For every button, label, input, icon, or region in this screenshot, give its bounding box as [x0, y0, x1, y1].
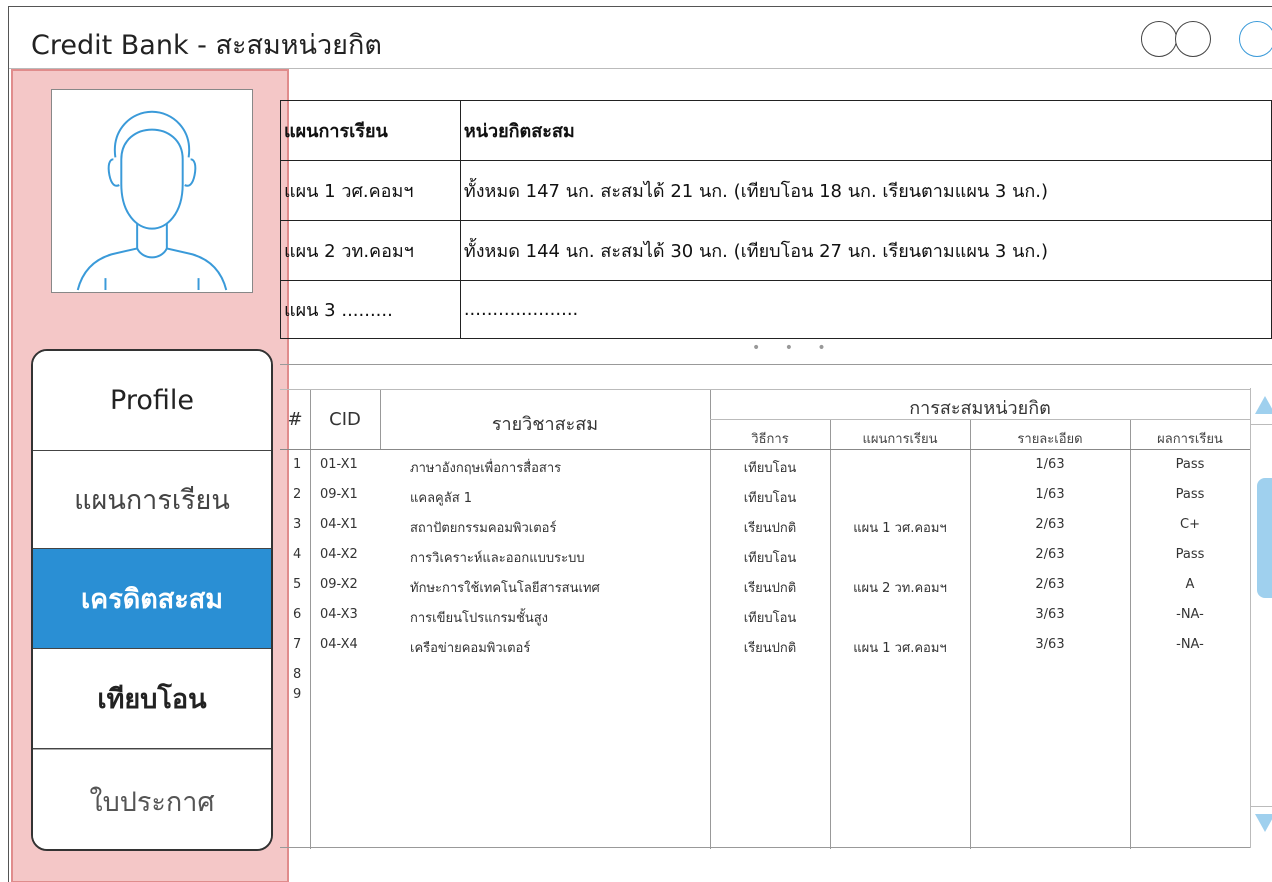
summary-credit-cell: .................... [459, 280, 1272, 339]
summary-plan-cell: แผน 2 วท.คอมฯ [280, 220, 461, 281]
row-detail: 1/63 [1035, 487, 1065, 502]
summary-row[interactable]: แผน 2 วท.คอมฯ ทั้งหมด 144 นก. สะสมได้ 30… [280, 220, 1272, 281]
scroll-up-icon[interactable] [1255, 396, 1272, 414]
scroll-divider [1251, 806, 1272, 807]
nav-item-transfer[interactable]: เทียบโอน [33, 649, 271, 749]
row-detail: 2/63 [1035, 517, 1065, 532]
table-row[interactable]: 2 09-X1 แคลคูลัส 1 เทียบโอน 1/63 Pass [280, 479, 1250, 509]
row-number: 5 [293, 577, 302, 592]
row-method: เรียนปกติ [743, 641, 797, 656]
summary-plan-cell: แผน 1 วศ.คอมฯ [280, 160, 461, 221]
row-subject: การเขียนโปรแกรมชั้นสูง [410, 611, 548, 626]
table-row[interactable]: 3 04-X1 สถาปัตยกรรมคอมพิวเตอร์ เรียนปกติ… [280, 509, 1250, 539]
row-number: 7 [293, 637, 302, 652]
sidebar: Profile แผนการเรียน เครดิตสะสม เทียบโอน … [11, 69, 289, 882]
summary-credit-cell: ทั้งหมด 147 นก. สะสมได้ 21 นก. (เทียบโอน… [459, 160, 1272, 221]
scroll-down-icon[interactable] [1255, 814, 1272, 832]
column-header-plan: แผนการเรียน [862, 432, 938, 447]
summary-row[interactable]: แผน 1 วศ.คอมฯ ทั้งหมด 147 นก. สะสมได้ 21… [280, 160, 1272, 221]
column-header-cid: CID [329, 409, 361, 430]
grid-line [280, 389, 1250, 390]
title-bar: Credit Bank - สะสมหน่วยกิต [9, 7, 1272, 69]
nav-menu: Profile แผนการเรียน เครดิตสะสม เทียบโอน … [31, 349, 273, 851]
row-method: เรียนปกติ [743, 581, 797, 596]
table-row[interactable]: 4 04-X2 การวิเคราะห์และออกแบบระบบ เทียบโ… [280, 539, 1250, 569]
row-result: C+ [1180, 517, 1200, 532]
summary-header-credits: หน่วยกิตสะสม [459, 100, 1272, 161]
table-row[interactable]: 9 [280, 679, 1250, 709]
column-group-header-credit: การสะสมหน่วยกิต [909, 398, 1051, 419]
row-result: -NA- [1176, 607, 1204, 622]
row-plan: แผน 2 วท.คอมฯ [853, 581, 947, 596]
table-row[interactable]: 6 04-X3 การเขียนโปรแกรมชั้นสูง เทียบโอน … [280, 599, 1250, 629]
row-cid: 04-X1 [320, 517, 358, 532]
row-number: 2 [293, 487, 302, 502]
row-number: 1 [293, 457, 302, 472]
scroll-divider [1251, 424, 1272, 425]
row-number: 3 [293, 517, 302, 532]
summary-header-row: แผนการเรียน หน่วยกิตสะสม [280, 100, 1272, 161]
row-method: เรียนปกติ [743, 521, 797, 536]
row-number: 6 [293, 607, 302, 622]
more-dots-indicator[interactable]: • • • [752, 340, 836, 356]
row-cid: 04-X2 [320, 547, 358, 562]
row-detail: 1/63 [1035, 457, 1065, 472]
row-subject: แคลคูลัส 1 [410, 491, 473, 506]
row-method: เทียบโอน [743, 491, 797, 506]
row-detail: 2/63 [1035, 577, 1065, 592]
row-detail: 3/63 [1035, 637, 1065, 652]
row-cid: 04-X4 [320, 637, 358, 652]
row-number: 4 [293, 547, 302, 562]
row-detail: 2/63 [1035, 547, 1065, 562]
row-method: เทียบโอน [743, 611, 797, 626]
credit-detail-table: # CID รายวิชาสะสม การสะสมหน่วยกิต วิธีกา… [280, 364, 1272, 849]
column-header-detail: รายละเอียด [1017, 432, 1083, 447]
row-result: A [1185, 577, 1195, 592]
nav-item-certificate[interactable]: ใบประกาศ [33, 749, 271, 849]
row-subject: การวิเคราะห์และออกแบบระบบ [410, 551, 585, 566]
row-subject: ทักษะการใช้เทคโนโลยีสารสนเทศ [410, 581, 600, 596]
row-subject: เครือข่ายคอมพิวเตอร์ [410, 641, 531, 656]
window-button-1[interactable] [1141, 21, 1177, 57]
column-header-num: # [287, 409, 303, 430]
scroll-thumb[interactable] [1257, 478, 1272, 598]
row-method: เทียบโอน [743, 551, 797, 566]
column-header-subject: รายวิชาสะสม [491, 414, 599, 435]
vertical-scrollbar[interactable] [1250, 388, 1272, 848]
row-number: 9 [293, 687, 302, 702]
summary-header-plan: แผนการเรียน [280, 100, 461, 161]
row-plan: แผน 1 วศ.คอมฯ [853, 521, 947, 536]
row-subject: สถาปัตยกรรมคอมพิวเตอร์ [410, 521, 557, 536]
row-cid: 04-X3 [320, 607, 358, 622]
row-result: Pass [1175, 487, 1205, 502]
credit-summary-table: แผนการเรียน หน่วยกิตสะสม แผน 1 วศ.คอมฯ ท… [280, 100, 1272, 339]
row-result: Pass [1175, 457, 1205, 472]
nav-item-accumulated-credit[interactable]: เครดิตสะสม [33, 549, 271, 649]
row-method: เทียบโอน [743, 461, 797, 476]
row-detail: 3/63 [1035, 607, 1065, 622]
summary-plan-cell: แผน 3 ......... [280, 280, 461, 339]
table-row[interactable]: 5 09-X2 ทักษะการใช้เทคโนโลยีสารสนเทศ เรี… [280, 569, 1250, 599]
row-cid: 09-X1 [320, 487, 358, 502]
nav-item-study-plan[interactable]: แผนการเรียน [33, 451, 271, 549]
window-button-2[interactable] [1175, 21, 1211, 57]
column-header-result: ผลการเรียน [1157, 432, 1223, 447]
window-title: Credit Bank - สะสมหน่วยกิต [31, 30, 382, 61]
row-subject: ภาษาอังกฤษเพื่อการสื่อสาร [410, 461, 562, 476]
row-plan: แผน 1 วศ.คอมฯ [853, 641, 947, 656]
summary-credit-cell: ทั้งหมด 144 นก. สะสมได้ 30 นก. (เทียบโอน… [459, 220, 1272, 281]
table-row[interactable]: 7 04-X4 เครือข่ายคอมพิวเตอร์ เรียนปกติ แ… [280, 629, 1250, 659]
nav-item-profile[interactable]: Profile [33, 351, 271, 451]
user-avatar-icon [76, 110, 228, 291]
summary-row[interactable]: แผน 3 ......... .................... [280, 280, 1272, 339]
row-result: -NA- [1176, 637, 1204, 652]
row-result: Pass [1175, 547, 1205, 562]
avatar[interactable] [51, 89, 253, 293]
table-row[interactable]: 1 01-X1 ภาษาอังกฤษเพื่อการสื่อสาร เทียบโ… [280, 449, 1250, 479]
row-cid: 09-X2 [320, 577, 358, 592]
column-header-method: วิธีการ [751, 432, 789, 447]
row-cid: 01-X1 [320, 457, 358, 472]
window-button-3[interactable] [1239, 21, 1272, 57]
